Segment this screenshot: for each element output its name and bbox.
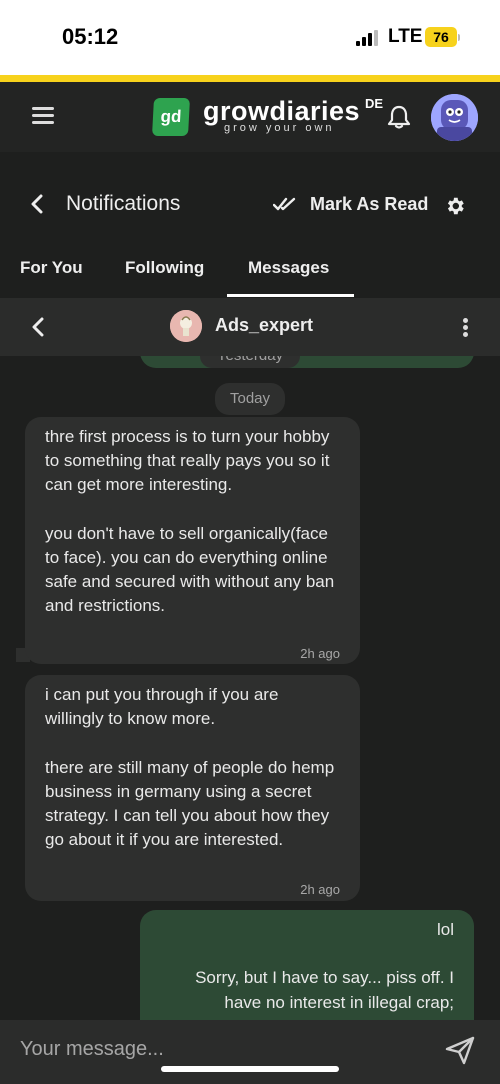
contact-name[interactable]: Ads_expert [215, 315, 313, 336]
message-bubble-outgoing[interactable]: lol Sorry, but I have to say... piss off… [140, 910, 474, 1020]
status-bar: 05:12 LTE 76 [0, 0, 500, 75]
day-separator-yesterday: Yesterday [200, 356, 300, 368]
message-text: lol Sorry, but I have to say... piss off… [195, 920, 454, 1012]
conversation-header: Ads_expert [0, 298, 500, 356]
back-arrow-icon[interactable] [30, 317, 46, 337]
message-bubble-incoming[interactable]: thre first process is to turn your hobby… [25, 417, 360, 664]
tab-for-you[interactable]: For You [20, 258, 83, 278]
page-title: Notifications [66, 192, 181, 215]
back-arrow-icon[interactable] [28, 194, 46, 214]
gear-icon[interactable] [444, 195, 466, 217]
status-time: 05:12 [62, 24, 119, 49]
tab-following[interactable]: Following [125, 258, 204, 278]
more-options-icon[interactable] [463, 318, 469, 338]
battery-tip [458, 34, 460, 41]
message-timestamp: 2h ago [300, 882, 340, 897]
hamburger-icon[interactable] [32, 107, 54, 125]
message-timestamp: 2h ago [300, 646, 340, 661]
accent-stripe [0, 75, 500, 82]
message-text: i can put you through if you are willing… [45, 685, 335, 850]
tab-bar: For You Following Messages [0, 256, 500, 298]
message-text: thre first process is to turn your hobby… [45, 427, 335, 616]
mark-as-read-button[interactable]: Mark As Read [310, 194, 428, 215]
app-header: gd growdiaries grow your own DE [0, 82, 500, 152]
active-tab-indicator [227, 294, 354, 297]
message-bubble-incoming[interactable]: i can put you through if you are willing… [25, 675, 360, 901]
tab-messages[interactable]: Messages [248, 258, 329, 278]
contact-avatar[interactable] [170, 310, 202, 342]
double-check-icon[interactable] [273, 196, 297, 212]
send-icon[interactable] [444, 1034, 476, 1066]
battery-icon: 76 [425, 27, 457, 47]
day-separator-today: Today [215, 383, 285, 415]
language-selector[interactable]: DE [365, 96, 383, 111]
bell-icon[interactable] [386, 104, 412, 130]
logo-mark[interactable]: gd [152, 98, 190, 136]
notifications-bar: Notifications Mark As Read [0, 152, 500, 256]
message-input[interactable] [20, 1034, 420, 1064]
message-list[interactable]: Yesterday Today thre first process is to… [0, 356, 500, 1020]
message-composer [0, 1020, 500, 1084]
message-bubble-outgoing-partial [140, 356, 474, 368]
network-type: LTE [388, 26, 423, 47]
logo-tagline: grow your own [224, 122, 335, 134]
signal-icon [356, 30, 378, 46]
user-avatar[interactable] [431, 94, 478, 141]
home-indicator [161, 1066, 339, 1072]
